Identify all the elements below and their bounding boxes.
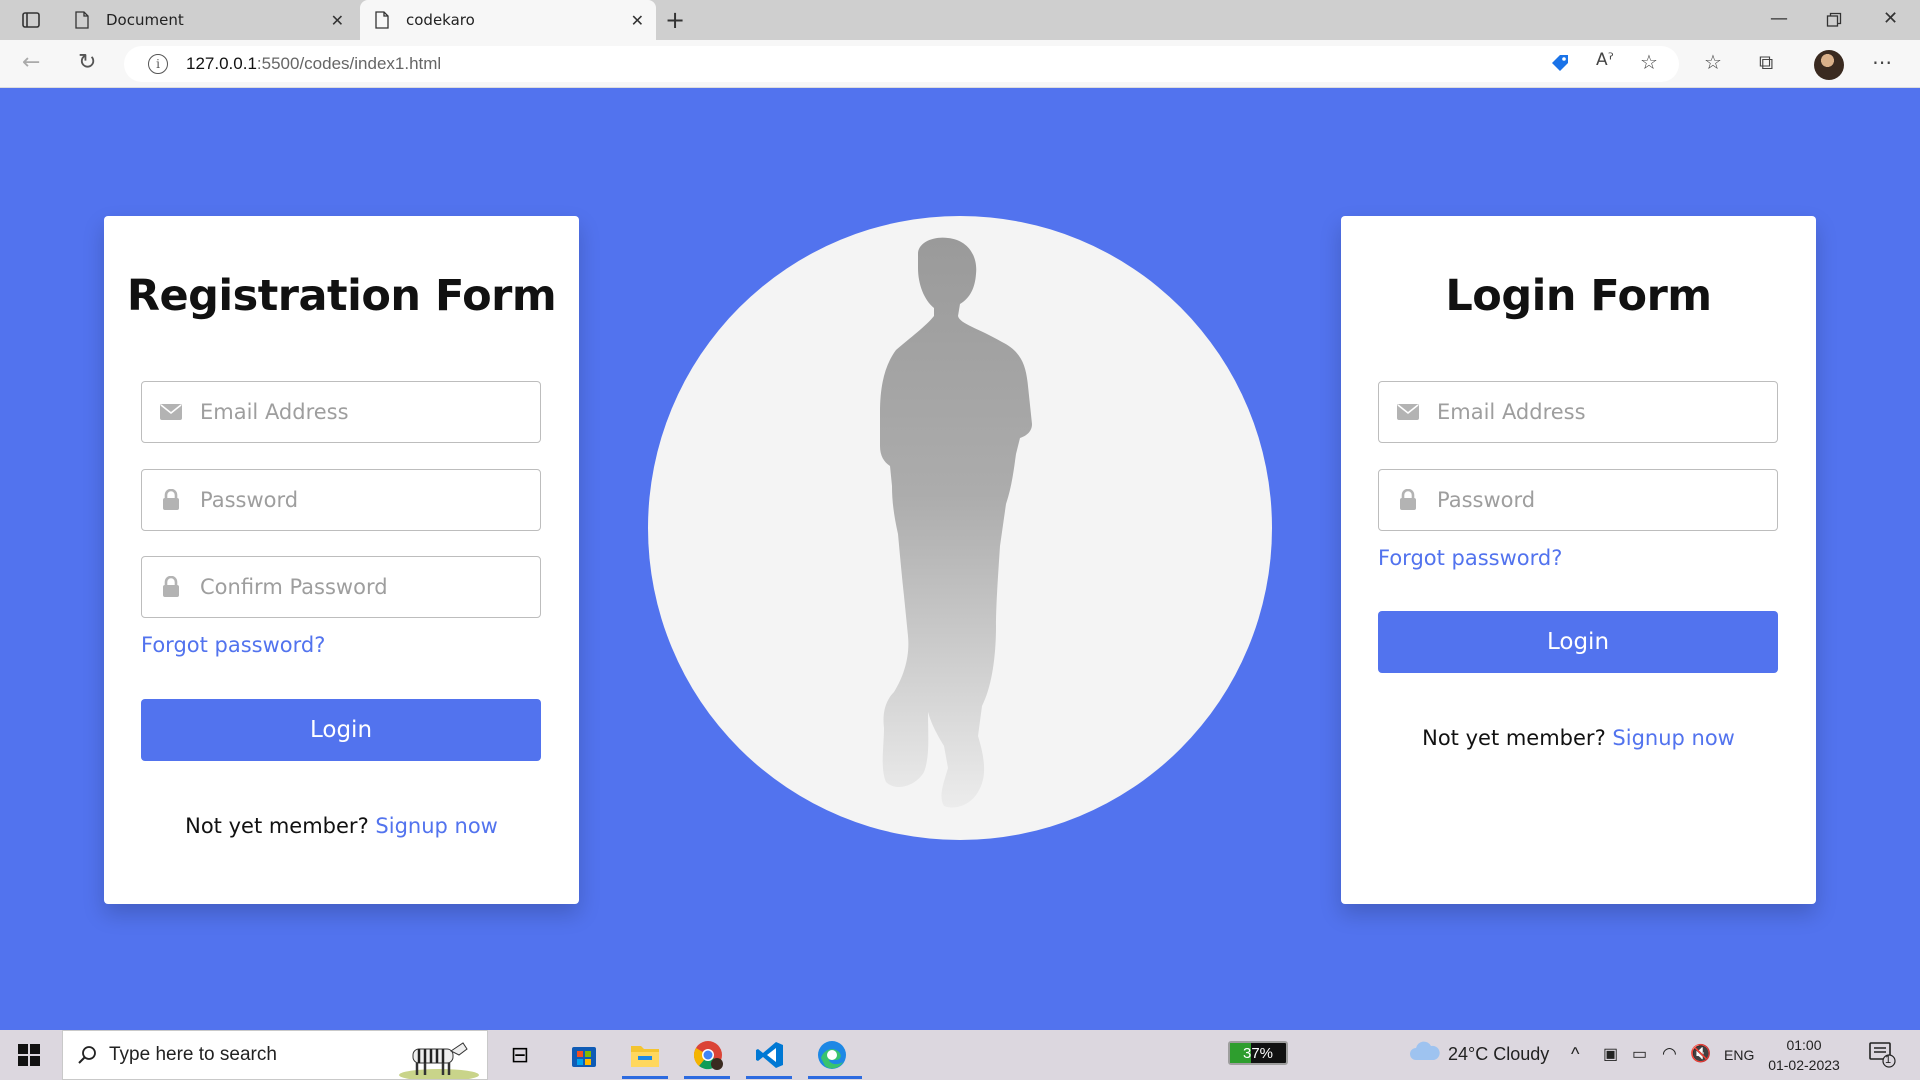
address-toolbar: ← ↻ i 127.0.0.1 :5500/codes/index1.html … bbox=[0, 40, 1920, 88]
notification-icon[interactable] bbox=[1868, 1040, 1896, 1073]
profile-illustration-circle bbox=[648, 216, 1272, 840]
page-icon bbox=[375, 11, 389, 29]
forgot-password-link[interactable]: Forgot password? bbox=[1378, 546, 1562, 570]
coupon-tag-icon[interactable] bbox=[1549, 52, 1571, 74]
url-path: :5500/codes/index1.html bbox=[256, 54, 442, 73]
speaker-muted-icon[interactable]: 🔇 bbox=[1690, 1044, 1711, 1064]
tab-title: Document bbox=[106, 11, 184, 29]
file-explorer-icon[interactable] bbox=[627, 1038, 663, 1072]
battery-percent: 37% bbox=[1242, 1044, 1274, 1062]
add-favorite-icon[interactable]: ☆ bbox=[1640, 50, 1658, 74]
tab-codekaro[interactable]: codekaro ✕ bbox=[360, 0, 656, 40]
zebra-search-highlight-icon bbox=[399, 1042, 479, 1079]
signup-prefix: Not yet member? bbox=[1422, 726, 1606, 750]
new-tab-icon[interactable]: + bbox=[665, 6, 685, 34]
search-icon bbox=[78, 1046, 96, 1064]
lock-icon bbox=[1397, 489, 1419, 511]
active-app-indicator bbox=[746, 1076, 792, 1079]
registration-title: Registration Form bbox=[126, 271, 557, 321]
password-input[interactable] bbox=[200, 488, 520, 512]
login-form-card: Login Form Forgot password? Login Not ye… bbox=[1341, 216, 1816, 904]
chrome-icon[interactable] bbox=[690, 1038, 726, 1072]
lock-icon bbox=[160, 489, 182, 511]
password-field[interactable] bbox=[141, 469, 541, 531]
edge-icon[interactable] bbox=[814, 1038, 850, 1072]
clock-date: 01-02-2023 bbox=[1768, 1057, 1840, 1073]
back-icon[interactable]: ← bbox=[22, 50, 40, 75]
signup-prompt: Not yet member? Signup now bbox=[104, 814, 579, 838]
person-silhouette-icon bbox=[880, 237, 1032, 808]
password-input[interactable] bbox=[1437, 488, 1757, 512]
login-button[interactable]: Login bbox=[141, 699, 541, 761]
tab-document[interactable]: Document ✕ bbox=[60, 0, 356, 40]
cloud-icon[interactable] bbox=[1408, 1040, 1440, 1067]
active-app-indicator bbox=[684, 1076, 730, 1079]
task-view-icon[interactable]: ⊟ bbox=[502, 1038, 538, 1072]
password-field[interactable] bbox=[1378, 469, 1778, 531]
tab-actions-icon[interactable] bbox=[14, 8, 46, 32]
signup-prompt: Not yet member? Signup now bbox=[1341, 726, 1816, 750]
site-info-icon[interactable]: i bbox=[148, 54, 168, 74]
browser-tab-bar: Document ✕ codekaro ✕ + — ✕ bbox=[0, 0, 1920, 40]
weather-text[interactable]: 24°C Cloudy bbox=[1448, 1044, 1549, 1065]
signup-link[interactable]: Signup now bbox=[375, 814, 497, 838]
battery-icon[interactable]: ▭ bbox=[1632, 1044, 1647, 1064]
registration-form-card: Registration Form Forgot password? Login… bbox=[104, 216, 579, 904]
confirm-password-input[interactable] bbox=[200, 575, 520, 599]
windows-taskbar: Type here to search ⊟ 37% 24°C Cloudy ^ … bbox=[0, 1030, 1920, 1080]
signup-link[interactable]: Signup now bbox=[1612, 726, 1734, 750]
restore-icon[interactable] bbox=[1826, 12, 1842, 28]
profile-avatar[interactable] bbox=[1814, 50, 1844, 80]
signup-prefix: Not yet member? bbox=[185, 814, 369, 838]
close-icon[interactable]: ✕ bbox=[631, 11, 644, 30]
email-input[interactable] bbox=[200, 400, 520, 424]
collections-icon[interactable]: ⧉ bbox=[1759, 50, 1773, 74]
forgot-password-link[interactable]: Forgot password? bbox=[141, 633, 325, 657]
lock-icon bbox=[160, 576, 182, 598]
battery-meter: 37% bbox=[1228, 1041, 1288, 1065]
address-bar[interactable]: i 127.0.0.1 :5500/codes/index1.html bbox=[124, 46, 1679, 82]
meet-now-icon[interactable]: ▣ bbox=[1603, 1044, 1618, 1064]
clock-time: 01:00 bbox=[1786, 1037, 1822, 1053]
vscode-icon[interactable] bbox=[752, 1038, 788, 1072]
system-clock[interactable]: 01:00 01-02-2023 bbox=[1768, 1035, 1840, 1075]
page-icon bbox=[75, 11, 89, 29]
envelope-icon bbox=[160, 401, 182, 423]
store-icon[interactable] bbox=[566, 1038, 602, 1072]
favorites-icon[interactable]: ☆ bbox=[1704, 50, 1722, 74]
notification-count: 1 bbox=[1885, 1054, 1892, 1066]
confirm-password-field[interactable] bbox=[141, 556, 541, 618]
email-field[interactable] bbox=[141, 381, 541, 443]
close-window-icon[interactable]: ✕ bbox=[1883, 8, 1898, 29]
more-menu-icon[interactable]: ⋯ bbox=[1872, 50, 1892, 74]
login-title: Login Form bbox=[1445, 271, 1712, 321]
tab-title: codekaro bbox=[406, 11, 475, 29]
read-aloud-icon[interactable]: Aˀ bbox=[1596, 50, 1614, 70]
login-button[interactable]: Login bbox=[1378, 611, 1778, 673]
windows-start-icon[interactable] bbox=[18, 1044, 40, 1066]
email-input[interactable] bbox=[1437, 400, 1757, 424]
refresh-icon[interactable]: ↻ bbox=[78, 50, 96, 75]
active-app-indicator bbox=[808, 1076, 862, 1079]
minimize-icon[interactable]: — bbox=[1770, 8, 1788, 29]
language-indicator[interactable]: ENG bbox=[1724, 1047, 1754, 1063]
taskbar-search-box[interactable]: Type here to search bbox=[62, 1030, 488, 1080]
chevron-up-icon[interactable]: ^ bbox=[1571, 1044, 1579, 1065]
url-host: 127.0.0.1 bbox=[186, 54, 257, 73]
wifi-icon[interactable]: ◠ bbox=[1662, 1044, 1677, 1064]
email-field[interactable] bbox=[1378, 381, 1778, 443]
close-icon[interactable]: ✕ bbox=[331, 11, 344, 30]
active-app-indicator bbox=[622, 1076, 668, 1079]
search-placeholder: Type here to search bbox=[109, 1044, 277, 1065]
envelope-icon bbox=[1397, 401, 1419, 423]
